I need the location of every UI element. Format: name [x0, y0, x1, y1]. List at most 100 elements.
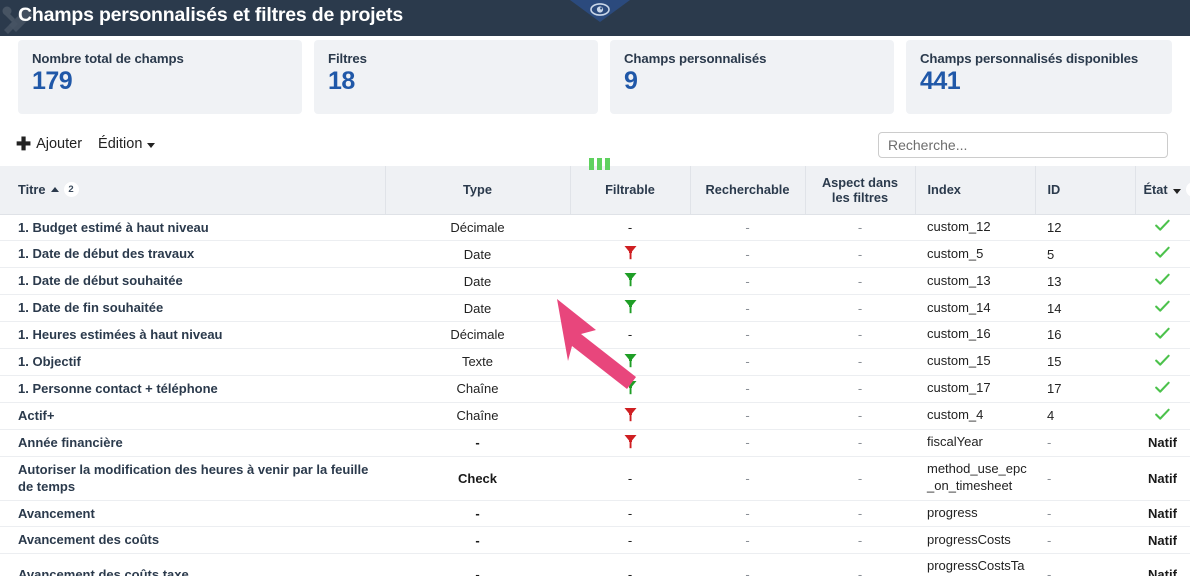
table-row[interactable]: 1. Personne contact + téléphone Chaîne - - c…: [0, 375, 1190, 403]
table-row[interactable]: Année financière - - - fiscalYear - Natif: [0, 429, 1190, 457]
table-row[interactable]: Autoriser la modification des heures à v…: [0, 456, 1190, 501]
filtrable-funnel-green-icon[interactable]: [624, 380, 637, 398]
check-icon: [1155, 408, 1170, 420]
cell-aspect: -: [805, 526, 915, 554]
cell-filtrable: [570, 267, 690, 296]
cell-title: Avancement des coûts taxe: [0, 553, 385, 576]
filtrable-empty: -: [627, 532, 633, 548]
stat-card-filters: Filtres 18: [314, 40, 598, 114]
filtrable-funnel-red-icon[interactable]: [624, 246, 637, 263]
cell-index: method_use_epc_on_timesheet: [915, 456, 1035, 501]
cell-index: custom_4: [915, 402, 1035, 430]
stat-value: 9: [624, 67, 638, 95]
cell-recherchable: -: [690, 456, 805, 501]
cell-etat: Natif: [1135, 429, 1190, 457]
column-header-etat[interactable]: État 1: [1135, 166, 1190, 215]
cell-aspect: -: [805, 240, 915, 269]
search-input[interactable]: [878, 132, 1168, 158]
funnel-icon: [624, 273, 636, 287]
cell-title: 1. Budget estimé à haut niveau: [0, 214, 385, 242]
cell-id: 15: [1035, 348, 1135, 376]
filtrable-empty: -: [627, 327, 633, 343]
cell-id: 4: [1035, 402, 1135, 430]
table-row[interactable]: Actif+ Chaîne - - custom_4 4: [0, 402, 1190, 430]
cell-etat: [1135, 294, 1190, 323]
cell-title: 1. Date de fin souhaitée: [0, 294, 385, 323]
filtrable-empty: -: [627, 470, 633, 486]
cell-id: -: [1035, 429, 1135, 457]
cell-aspect: -: [805, 500, 915, 528]
table-row[interactable]: Avancement des coûts taxe - - - - progressCos…: [0, 553, 1190, 576]
cell-index: custom_15: [915, 348, 1035, 376]
check-icon: [1155, 354, 1170, 366]
table-row[interactable]: 1. Date de début souhaitée Date - - custom_1…: [0, 267, 1190, 296]
cell-index: custom_14: [915, 294, 1035, 323]
column-header-index[interactable]: Index: [915, 166, 1036, 215]
cell-filtrable: -: [570, 456, 690, 501]
status-badge: Natif: [1148, 567, 1177, 576]
cell-id: -: [1035, 526, 1135, 554]
cell-index: progressCosts: [915, 526, 1035, 554]
table-row[interactable]: Avancement des coûts - - - - progressCosts - Na…: [0, 526, 1190, 554]
cell-index: progressCostsTax: [915, 553, 1035, 576]
cell-title: 1. Objectif: [0, 348, 385, 376]
page-title: Champs personnalisés et filtres de proje…: [18, 4, 403, 26]
table-row[interactable]: 1. Objectif Texte - - custom_15 15: [0, 348, 1190, 376]
fields-table-container: Titre 2 Type Filtrable Recherchable Aspe…: [0, 166, 1190, 576]
plus-icon: ✚: [16, 134, 32, 154]
filtrable-funnel-red-icon[interactable]: [624, 407, 637, 425]
stat-label: Champs personnalisés disponibles: [920, 51, 1139, 66]
table-row[interactable]: 1. Date de début des travaux Date - - custom…: [0, 240, 1190, 269]
column-header-id[interactable]: ID: [1035, 166, 1136, 215]
cell-recherchable: -: [690, 526, 805, 554]
cell-filtrable: -: [570, 526, 690, 554]
filtrable-funnel-green-icon[interactable]: [624, 353, 637, 371]
cell-aspect: -: [805, 321, 915, 349]
cell-id: 5: [1035, 240, 1135, 269]
cell-id: 17: [1035, 375, 1135, 403]
cell-etat: [1135, 214, 1190, 242]
cell-index: progress: [915, 500, 1035, 528]
filtrable-funnel-red-icon[interactable]: [624, 434, 637, 452]
cell-etat: Natif: [1135, 456, 1190, 501]
cell-recherchable: -: [690, 500, 805, 528]
add-button[interactable]: ✚ Ajouter: [16, 135, 82, 153]
column-header-type[interactable]: Type: [385, 166, 571, 215]
cell-filtrable: -: [570, 214, 690, 242]
funnel-icon: [624, 407, 636, 421]
cell-etat: [1135, 321, 1190, 349]
column-header-recherchable[interactable]: Recherchable: [690, 166, 806, 215]
cell-title: Actif+: [0, 402, 385, 430]
cell-recherchable: -: [690, 553, 805, 576]
cell-recherchable: -: [690, 375, 805, 403]
column-header-titre[interactable]: Titre 2: [0, 166, 386, 215]
column-header-filtrable[interactable]: Filtrable: [570, 166, 691, 215]
table-row[interactable]: 1. Heures estimées à haut niveau Décimale…: [0, 321, 1190, 349]
cell-filtrable: [570, 294, 690, 323]
cell-type: Texte: [385, 348, 570, 376]
table-row[interactable]: Avancement - - - - progress - Natif: [0, 500, 1190, 528]
stat-card-total-fields: Nombre total de champs 179: [18, 40, 302, 114]
cell-filtrable: [570, 375, 690, 403]
stat-label: Filtres: [328, 51, 367, 66]
filtrable-funnel-green-icon[interactable]: [624, 273, 637, 290]
table-header: Titre 2 Type Filtrable Recherchable Aspe…: [0, 166, 1190, 215]
column-header-aspect-dans-les-filtres[interactable]: Aspect dans les filtres: [805, 166, 916, 215]
cell-index: custom_5: [915, 240, 1035, 269]
table-row[interactable]: 1. Date de fin souhaitée Date - - custom_14 1…: [0, 294, 1190, 323]
edition-menu-button[interactable]: Édition: [98, 136, 156, 152]
cell-aspect: -: [805, 214, 915, 242]
column-drag-grip-icon[interactable]: [589, 158, 610, 170]
funnel-icon: [624, 434, 636, 448]
stat-card-custom-fields: Champs personnalisés 9: [610, 40, 894, 114]
column-header-label: Titre: [18, 182, 46, 198]
funnel-icon: [624, 300, 636, 314]
stat-value: 18: [328, 67, 355, 95]
cell-etat: Natif: [1135, 553, 1190, 576]
status-check-icon: [1155, 220, 1170, 235]
eye-icon[interactable]: [588, 1, 612, 17]
filtrable-funnel-green-icon[interactable]: [624, 300, 637, 317]
table-row[interactable]: 1. Budget estimé à haut niveau Décimale - -…: [0, 214, 1190, 242]
cell-aspect: -: [805, 294, 915, 323]
cell-title: Autoriser la modification des heures à v…: [0, 456, 385, 501]
